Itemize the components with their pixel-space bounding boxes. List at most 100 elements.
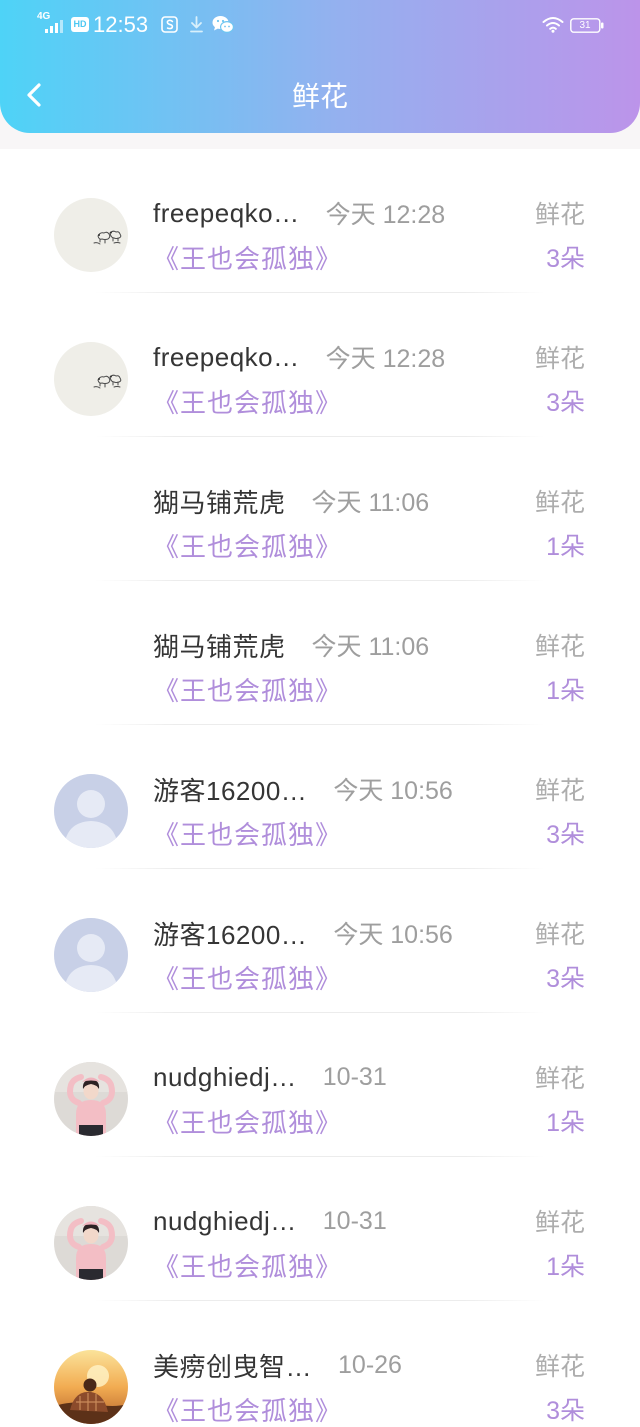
sender-name: 游客16200… [153, 919, 308, 950]
sender-name: 游客16200… [153, 775, 308, 806]
record-bottom-line: 《王也会孤独》 3朵 [153, 955, 585, 999]
avatar[interactable] [54, 918, 128, 992]
record-bottom-line: 《王也会孤独》 3朵 [153, 235, 585, 279]
avatar[interactable] [54, 1206, 128, 1280]
book-title: 《王也会孤独》 [153, 963, 343, 994]
record-info: nudghiedj… 10-31 鲜花 《王也会孤独》 1朵 [153, 1055, 585, 1143]
battery-icon: 31 [570, 18, 604, 33]
gift-record-row[interactable]: 猢马铺荒虎 今天 11:06 鲜花 《王也会孤独》 1朵 [0, 437, 640, 581]
gift-type: 鲜花 [534, 1209, 585, 1237]
avatar[interactable] [54, 198, 128, 272]
sunset-photo-avatar [54, 1350, 128, 1424]
record-bottom-line: 《王也会孤独》 1朵 [153, 1243, 585, 1287]
record-top-line: 美痨创曳智… 10-26 鲜花 [153, 1343, 585, 1387]
gift-count: 1朵 [546, 533, 585, 561]
record-info: 猢马铺荒虎 今天 11:06 鲜花 《王也会孤独》 1朵 [153, 479, 585, 567]
avatar[interactable] [54, 774, 128, 848]
battery-level: 31 [579, 20, 591, 31]
gift-count: 1朵 [546, 1253, 585, 1281]
gift-record-row[interactable]: nudghiedj… 10-31 鲜花 《王也会孤独》 1朵 [0, 1157, 640, 1301]
pink-photo-avatar [54, 1206, 128, 1280]
record-top-line: 游客16200… 今天 10:56 鲜花 [153, 767, 585, 811]
send-time: 10-31 [322, 1206, 387, 1235]
book-title: 《王也会孤独》 [153, 1251, 343, 1282]
record-top-line: 游客16200… 今天 10:56 鲜花 [153, 911, 585, 955]
record-bottom-line: 《王也会孤独》 3朵 [153, 379, 585, 423]
download-icon [190, 16, 203, 33]
gift-type: 鲜花 [534, 921, 585, 949]
book-title: 《王也会孤独》 [153, 819, 343, 850]
page-title: 鲜花 [291, 81, 348, 112]
sketch-avatar [54, 342, 128, 416]
gift-record-row[interactable]: freepeqko… 今天 12:28 鲜花 《王也会孤独》 3朵 [0, 149, 640, 293]
send-time: 今天 10:56 [333, 921, 453, 949]
gift-count: 1朵 [546, 1109, 585, 1137]
record-info: freepeqko… 今天 12:28 鲜花 《王也会孤独》 3朵 [153, 191, 585, 279]
gift-type: 鲜花 [534, 1353, 585, 1381]
gift-type: 鲜花 [534, 1065, 585, 1093]
gift-count: 3朵 [546, 1397, 585, 1425]
hd-badge: HD [71, 17, 89, 32]
sender-name: nudghiedj… [153, 1061, 297, 1092]
sender-name: 猢马铺荒虎 [153, 631, 286, 662]
default-person-avatar [54, 774, 128, 848]
gift-type: 鲜花 [534, 777, 585, 805]
gift-record-row[interactable]: freepeqko… 今天 12:28 鲜花 《王也会孤独》 3朵 [0, 293, 640, 437]
send-time: 10-31 [322, 1062, 387, 1091]
gift-record-row[interactable]: 猢马铺荒虎 今天 11:06 鲜花 《王也会孤独》 1朵 [0, 581, 640, 725]
avatar[interactable] [54, 1062, 128, 1136]
gift-type: 鲜花 [534, 633, 585, 661]
send-time: 今天 10:56 [333, 777, 453, 805]
signal-icon [45, 20, 63, 33]
gift-count: 3朵 [546, 821, 585, 849]
app-header: 4G HD 12:53 31 鲜花 [0, 0, 640, 133]
record-bottom-line: 《王也会孤独》 3朵 [153, 811, 585, 855]
record-info: nudghiedj… 10-31 鲜花 《王也会孤独》 1朵 [153, 1199, 585, 1287]
s-app-icon [161, 16, 178, 33]
status-time: 12:53 [93, 12, 149, 37]
record-top-line: freepeqko… 今天 12:28 鲜花 [153, 191, 585, 235]
record-top-line: 猢马铺荒虎 今天 11:06 鲜花 [153, 479, 585, 523]
avatar [54, 630, 128, 704]
record-bottom-line: 《王也会孤独》 1朵 [153, 667, 585, 711]
gift-record-row[interactable]: 美痨创曳智… 10-26 鲜花 《王也会孤独》 3朵 [0, 1301, 640, 1427]
record-bottom-line: 《王也会孤独》 1朵 [153, 1099, 585, 1143]
gift-type: 鲜花 [534, 489, 585, 517]
default-person-avatar [54, 918, 128, 992]
send-time: 今天 12:28 [325, 201, 446, 229]
send-time: 今天 11:06 [311, 489, 430, 517]
gift-record-row[interactable]: nudghiedj… 10-31 鲜花 《王也会孤独》 1朵 [0, 1013, 640, 1157]
avatar[interactable] [54, 1350, 128, 1424]
avatar[interactable] [54, 342, 128, 416]
sender-name: 美痨创曳智… [153, 1351, 313, 1382]
gift-count: 3朵 [546, 965, 585, 993]
record-top-line: freepeqko… 今天 12:28 鲜花 [153, 335, 585, 379]
record-bottom-line: 《王也会孤独》 3朵 [153, 1387, 585, 1427]
record-info: 游客16200… 今天 10:56 鲜花 《王也会孤独》 3朵 [153, 767, 585, 855]
sender-name: 猢马铺荒虎 [153, 487, 286, 518]
record-info: 美痨创曳智… 10-26 鲜花 《王也会孤独》 3朵 [153, 1343, 585, 1427]
gift-record-row[interactable]: 游客16200… 今天 10:56 鲜花 《王也会孤独》 3朵 [0, 869, 640, 1013]
book-title: 《王也会孤独》 [153, 1395, 343, 1426]
gift-list: freepeqko… 今天 12:28 鲜花 《王也会孤独》 3朵 freepe… [0, 149, 640, 1427]
gift-record-row[interactable]: 游客16200… 今天 10:56 鲜花 《王也会孤独》 3朵 [0, 725, 640, 869]
record-top-line: nudghiedj… 10-31 鲜花 [153, 1199, 585, 1243]
sketch-avatar [54, 198, 128, 272]
send-time: 今天 12:28 [325, 345, 446, 373]
send-time: 10-26 [338, 1350, 402, 1379]
wechat-icon [212, 16, 234, 33]
book-title: 《王也会孤独》 [153, 675, 343, 706]
gift-count: 3朵 [546, 245, 585, 273]
wifi-icon [542, 17, 564, 33]
record-info: 游客16200… 今天 10:56 鲜花 《王也会孤独》 3朵 [153, 911, 585, 999]
book-title: 《王也会孤独》 [153, 531, 343, 562]
send-time: 今天 11:06 [311, 633, 430, 661]
record-top-line: nudghiedj… 10-31 鲜花 [153, 1055, 585, 1099]
record-bottom-line: 《王也会孤独》 1朵 [153, 523, 585, 567]
gift-type: 鲜花 [534, 345, 585, 373]
gift-count: 3朵 [546, 389, 585, 417]
record-info: freepeqko… 今天 12:28 鲜花 《王也会孤独》 3朵 [153, 335, 585, 423]
gift-type: 鲜花 [534, 201, 585, 229]
book-title: 《王也会孤独》 [153, 1107, 343, 1138]
avatar [54, 486, 128, 560]
